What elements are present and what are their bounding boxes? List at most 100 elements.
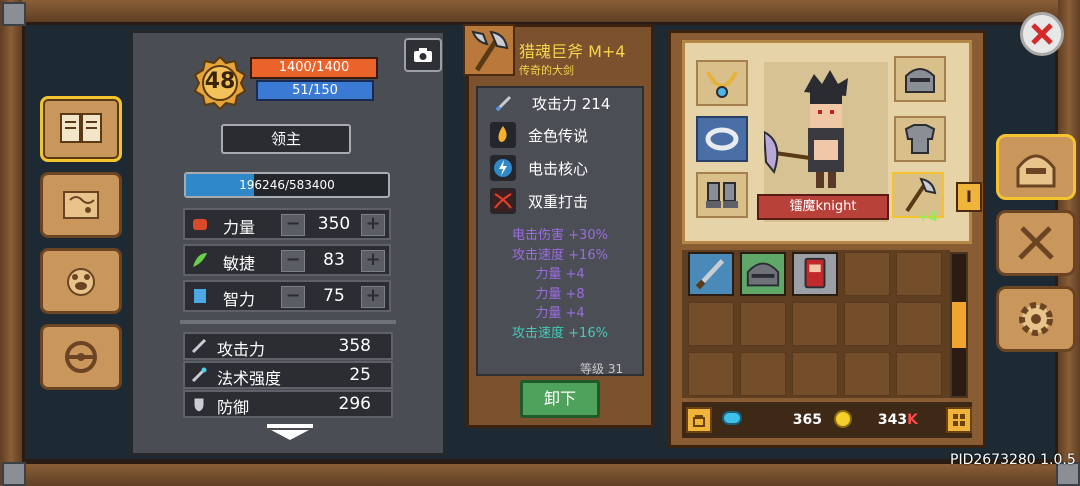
inventory-slot-empty[interactable] — [688, 302, 734, 346]
inv-sword-icon — [695, 259, 725, 290]
stat-increase-button[interactable]: + — [361, 250, 385, 272]
tab-drive[interactable] — [40, 324, 122, 390]
item-name: 猎魂巨斧 M+4 — [519, 42, 626, 61]
stat-row: 智力 − 75 + — [183, 280, 391, 312]
crossed-swords-icon — [1018, 226, 1054, 260]
inventory-slot-empty[interactable] — [896, 252, 942, 296]
inventory-slot-empty[interactable] — [844, 352, 890, 396]
stat-increase-button[interactable]: + — [361, 286, 385, 308]
trait-icon-box — [490, 122, 516, 148]
tab-settings[interactable] — [996, 286, 1076, 352]
inventory-slot-empty[interactable] — [844, 252, 890, 296]
attribute-value: 296 — [338, 394, 371, 414]
slot-armor[interactable] — [894, 116, 946, 162]
paw-icon — [67, 268, 95, 296]
map-scroll-icon — [63, 191, 99, 219]
agility-leaf-icon — [193, 253, 207, 267]
xp-text: 196246/583400 — [239, 178, 335, 192]
inv-potion-icon — [804, 257, 826, 289]
item-bonus-line: 攻击速度 +16% — [512, 247, 608, 263]
item-trait-row: 电击核心 — [490, 153, 588, 183]
boots-icon — [706, 182, 738, 208]
close-button[interactable] — [1020, 12, 1064, 56]
shield-icon — [193, 397, 205, 412]
camera-button[interactable] — [404, 38, 442, 72]
inventory-slot-empty[interactable] — [740, 302, 786, 346]
item-bonus-line: 电击伤害 +30% — [512, 228, 608, 243]
slash-icon — [494, 193, 512, 209]
slot-helmet[interactable] — [894, 56, 946, 102]
item-trait-label: 双重打击 — [528, 192, 589, 211]
item-attack-text: 攻击力 214 — [532, 94, 611, 113]
attribute-value: 358 — [338, 336, 371, 356]
camera-icon — [414, 48, 432, 62]
slot-necklace[interactable] — [696, 60, 748, 106]
inventory-slot-empty[interactable] — [792, 302, 838, 346]
coin-count-suffix: K — [907, 412, 918, 428]
slot-boots[interactable] — [696, 172, 748, 218]
attribute-row: 法术强度 25 — [183, 361, 393, 389]
lock-icon — [693, 415, 705, 427]
tab-pets[interactable] — [40, 248, 122, 314]
tab-character[interactable] — [996, 134, 1076, 200]
inventory-slot-empty[interactable] — [844, 302, 890, 346]
necklace-icon — [706, 71, 738, 98]
tab-skills[interactable] — [996, 210, 1076, 276]
stat-decrease-button[interactable]: − — [281, 214, 305, 236]
attribute-label: 攻击力 — [217, 340, 266, 359]
inventory-slot-empty[interactable] — [896, 352, 942, 396]
slot-ring[interactable] — [696, 116, 748, 162]
scroll-down-arrow[interactable] — [267, 424, 313, 440]
stat-value: 75 — [323, 286, 345, 306]
grid-icon — [953, 414, 965, 426]
stat-decrease-button[interactable]: − — [281, 286, 305, 308]
inventory-item[interactable] — [740, 252, 786, 296]
stat-row: 敏捷 − 83 + — [183, 244, 391, 276]
attribute-value: 25 — [349, 365, 371, 385]
axe-icon — [471, 30, 509, 72]
lightning-icon — [494, 159, 512, 177]
inventory-slot-empty[interactable] — [792, 352, 838, 396]
attribute-row: 防御 296 — [183, 390, 393, 418]
inventory-scroll-thumb[interactable] — [952, 302, 966, 348]
axe-icon — [905, 177, 937, 213]
stat-increase-button[interactable]: + — [361, 214, 385, 236]
gem-icon — [722, 411, 742, 425]
inventory-slot-empty[interactable] — [688, 352, 734, 396]
chevron-down-icon — [267, 424, 313, 440]
item-icon-box — [463, 24, 515, 76]
attribute-label: 法术强度 — [217, 369, 282, 388]
storage-button[interactable] — [686, 407, 712, 433]
trait-icon-box — [490, 155, 516, 181]
inventory-item[interactable] — [792, 252, 838, 296]
frame-top-plank — [0, 0, 1080, 24]
stat-row: 力量 − 350 + — [183, 208, 391, 240]
mp-bar: 51/150 — [256, 80, 374, 101]
tab-map[interactable] — [40, 172, 122, 238]
stat-decrease-button[interactable]: − — [281, 250, 305, 272]
stat-value: 83 — [323, 250, 345, 270]
sword-icon — [495, 95, 512, 112]
item-trait-row: 双重打击 — [490, 186, 588, 216]
frame-corner — [2, 462, 26, 486]
item-attack-line: 攻击力 214 — [490, 88, 610, 118]
inventory-slot-empty[interactable] — [896, 302, 942, 346]
level-value: 48 — [204, 69, 236, 94]
item-trait-label: 电击核心 — [528, 159, 589, 178]
item-trait-row: 金色传说 — [490, 120, 588, 150]
item-bonus-line: 攻击速度 +16% — [512, 325, 608, 341]
tab-journal[interactable] — [40, 96, 122, 162]
class-button[interactable]: 领主 — [221, 124, 351, 154]
unequip-button[interactable]: 卸下 — [520, 380, 600, 418]
grid-view-button[interactable] — [946, 407, 972, 433]
inventory-item[interactable] — [688, 252, 734, 296]
weapon-slot-tab-icon[interactable]: I — [956, 182, 982, 212]
inv-helmet-icon — [746, 262, 780, 287]
inventory-slot-empty[interactable] — [740, 352, 786, 396]
gem-count: 365 — [792, 412, 822, 428]
stat-label: 力量 — [223, 218, 256, 237]
item-bonus-line: 力量 +8 — [535, 286, 585, 302]
level-badge: 48 — [192, 55, 248, 111]
trait-icon-box — [490, 188, 516, 214]
frame-left-post — [0, 0, 22, 486]
